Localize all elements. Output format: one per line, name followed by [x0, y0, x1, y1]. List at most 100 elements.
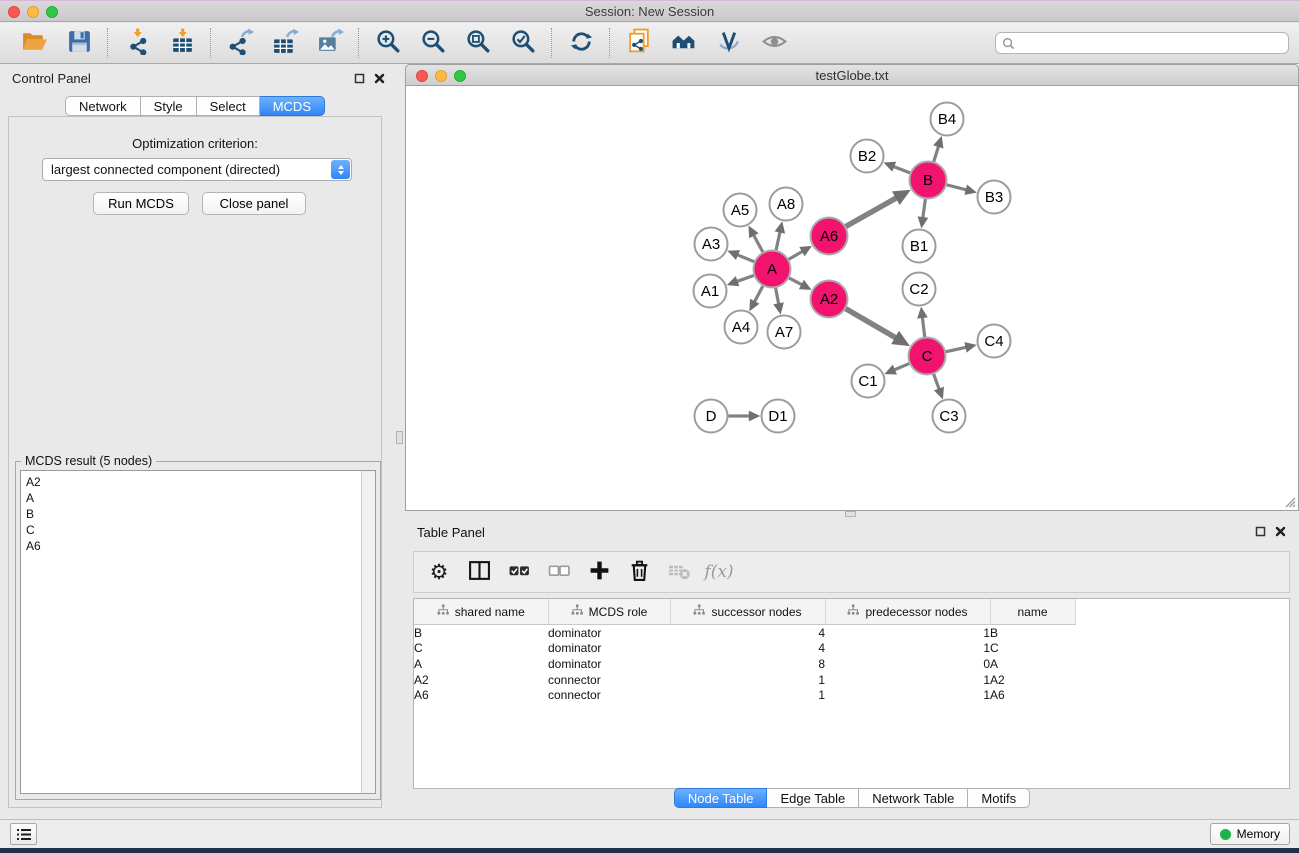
graph-node-B4[interactable]: B4	[931, 103, 964, 136]
graph-edge-A-A7[interactable]	[773, 288, 784, 315]
import-network-button[interactable]	[122, 28, 152, 58]
memory-button[interactable]: Memory	[1210, 823, 1290, 845]
graph-node-C[interactable]: C	[909, 338, 946, 375]
column-header-successor-nodes[interactable]: successor nodes	[670, 599, 825, 625]
float-panel-icon[interactable]	[1255, 526, 1266, 537]
table-row[interactable]: Bdominator41B	[414, 625, 1289, 641]
new-network-from-selection-button[interactable]	[624, 28, 654, 58]
tab-mcds[interactable]: MCDS	[260, 96, 325, 116]
graph-edge-A-A3[interactable]	[727, 250, 754, 262]
run-mcds-button[interactable]: Run MCDS	[93, 192, 189, 215]
close-panel-button[interactable]: Close panel	[202, 192, 306, 215]
table-row[interactable]: A6connector11A6	[414, 687, 1289, 703]
export-table-button[interactable]	[270, 28, 300, 58]
graph-edge-A-A2[interactable]	[789, 278, 812, 290]
settings-button[interactable]: ⚙	[426, 559, 452, 585]
clear-table-button[interactable]	[666, 559, 692, 585]
mcds-result-item[interactable]: A	[21, 490, 375, 506]
graph-edge-A-A6[interactable]	[788, 246, 812, 260]
column-header-shared-name[interactable]: shared name	[414, 599, 548, 625]
zoom-fit-button[interactable]	[463, 28, 493, 58]
open-session-button[interactable]	[19, 28, 49, 58]
graph-node-B2[interactable]: B2	[851, 140, 884, 173]
search-field[interactable]	[995, 32, 1289, 54]
close-panel-icon[interactable]	[1275, 526, 1286, 537]
optimization-criterion-select[interactable]: largest connected component (directed)	[42, 158, 352, 181]
tab-style[interactable]: Style	[141, 96, 197, 116]
mcds-result-item[interactable]: A6	[21, 538, 375, 554]
tab-network[interactable]: Network	[65, 96, 141, 116]
graph-node-C2[interactable]: C2	[903, 273, 936, 306]
graph-node-A1[interactable]: A1	[694, 275, 727, 308]
vertical-split-handle[interactable]	[396, 431, 403, 444]
tab-node-table[interactable]: Node Table	[674, 788, 768, 808]
graph-edge-A6-B[interactable]	[846, 190, 911, 227]
network-canvas[interactable]: B4 B2 B B3 A5 A8A6 B1 A3 A A1 C2 A2 A4 A7 C4 C C1 C3 D D1	[405, 86, 1299, 511]
add-column-button[interactable]	[586, 559, 612, 585]
graph-edge-A-A8[interactable]	[775, 221, 785, 250]
graph-edge-D-D1[interactable]	[728, 411, 760, 422]
graph-edge-B-B2[interactable]	[883, 162, 910, 173]
graph-node-C4[interactable]: C4	[978, 325, 1011, 358]
graph-edge-C-C3[interactable]	[934, 374, 944, 400]
export-network-button[interactable]	[225, 28, 255, 58]
select-all-columns-button[interactable]	[506, 559, 532, 585]
graph-node-A2[interactable]: A2	[811, 281, 848, 318]
graph-node-D1[interactable]: D1	[762, 400, 795, 433]
search-input[interactable]	[1019, 33, 1288, 53]
zoom-in-button[interactable]	[373, 28, 403, 58]
home-button[interactable]	[669, 28, 699, 58]
tab-select[interactable]: Select	[197, 96, 260, 116]
graph-node-B3[interactable]: B3	[978, 181, 1011, 214]
graph-edge-B-B3[interactable]	[946, 185, 976, 195]
zoom-selected-button[interactable]	[508, 28, 538, 58]
close-panel-icon[interactable]	[374, 73, 385, 84]
graph-node-C3[interactable]: C3	[933, 400, 966, 433]
tab-network-table[interactable]: Network Table	[859, 788, 968, 808]
graph-edge-C-C1[interactable]	[884, 363, 909, 374]
style-preview-button[interactable]	[714, 28, 744, 58]
graph-node-A7[interactable]: A7	[768, 316, 801, 349]
resize-grip-icon[interactable]	[1282, 494, 1296, 508]
graph-node-D[interactable]: D	[695, 400, 728, 433]
graph-edge-C-C2[interactable]	[917, 307, 928, 338]
graph-node-A[interactable]: A	[754, 251, 791, 288]
graph-edge-A2-C[interactable]	[845, 309, 910, 347]
graph-edge-B-B1[interactable]	[918, 199, 929, 229]
graph-node-A4[interactable]: A4	[725, 311, 758, 344]
float-panel-icon[interactable]	[354, 73, 365, 84]
column-header-predecessor-nodes[interactable]: predecessor nodes	[825, 599, 990, 625]
list-scrollbar[interactable]	[361, 471, 375, 793]
export-image-button[interactable]	[315, 28, 345, 58]
tab-edge-table[interactable]: Edge Table	[767, 788, 859, 808]
table-row[interactable]: A2connector11A2	[414, 672, 1289, 688]
zoom-out-button[interactable]	[418, 28, 448, 58]
graph-edge-B-B4[interactable]	[933, 136, 943, 162]
graph-edge-A-A1[interactable]	[727, 275, 754, 286]
save-session-button[interactable]	[64, 28, 94, 58]
split-columns-button[interactable]	[466, 559, 492, 585]
graph-node-A6[interactable]: A6	[811, 218, 848, 255]
hide-graphics-button[interactable]	[759, 28, 789, 58]
task-history-button[interactable]	[10, 823, 37, 845]
tab-motifs[interactable]: Motifs	[968, 788, 1030, 808]
graph-node-A3[interactable]: A3	[695, 228, 728, 261]
graph-node-A5[interactable]: A5	[724, 194, 757, 227]
column-header-name[interactable]: name	[990, 599, 1075, 625]
mcds-result-item[interactable]: C	[21, 522, 375, 538]
unselect-all-columns-button[interactable]	[546, 559, 572, 585]
graph-node-A8[interactable]: A8	[770, 188, 803, 221]
mcds-result-item[interactable]: A2	[21, 471, 375, 490]
graph-edge-A-A5[interactable]	[748, 226, 763, 253]
column-header-MCDS-role[interactable]: MCDS role	[548, 599, 670, 625]
refresh-layout-button[interactable]	[566, 28, 596, 58]
graph-node-B[interactable]: B	[910, 162, 947, 199]
graph-edge-A-A4[interactable]	[749, 286, 763, 312]
graph-node-C1[interactable]: C1	[852, 365, 885, 398]
table-row[interactable]: Adominator80A	[414, 656, 1289, 672]
delete-columns-button[interactable]	[626, 559, 652, 585]
graph-node-B1[interactable]: B1	[903, 230, 936, 263]
graph-edge-C-C4[interactable]	[946, 342, 977, 352]
import-table-button[interactable]	[167, 28, 197, 58]
apply-function-button[interactable]: f(x)	[706, 559, 732, 585]
